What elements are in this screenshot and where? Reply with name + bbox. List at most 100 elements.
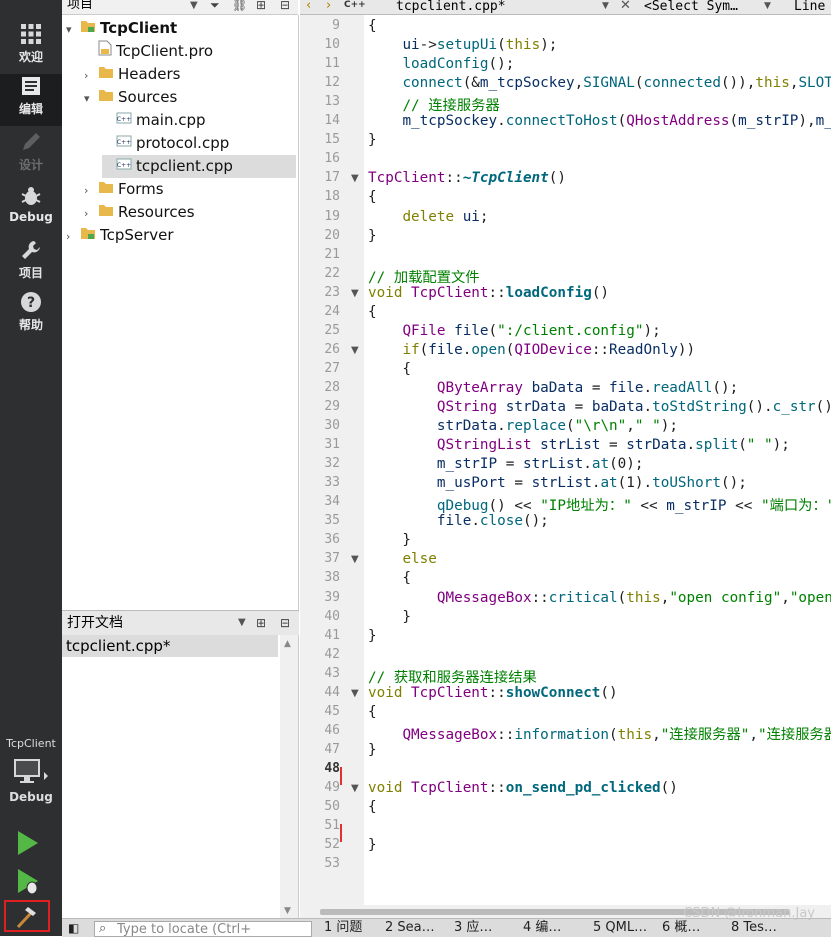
svg-text:C++: C++ [117, 116, 131, 123]
fold-toggle-icon[interactable]: ▼ [351, 688, 359, 699]
collapse-arrow-icon[interactable]: › [84, 179, 98, 202]
filter-icon[interactable]: ⏷ [210, 0, 220, 12]
tree-item[interactable]: C++ protocol.cpp [102, 132, 296, 155]
tree-item-label: TcpServer [100, 226, 174, 244]
forward-arrow-icon[interactable]: › [326, 0, 331, 12]
expand-arrow-icon[interactable]: ▾ [84, 87, 98, 110]
output-pane-tab[interactable]: 2 Sea… [385, 919, 435, 937]
mode-edit-label: 编辑 [18, 102, 43, 116]
project-icon [80, 224, 96, 247]
line-number: 48 [324, 760, 340, 776]
close-panel-icon[interactable]: ⊟ [280, 611, 290, 635]
tree-item[interactable]: C++ tcpclient.cpp [102, 155, 296, 178]
code-line: } [368, 627, 377, 644]
mode-help[interactable]: ? 帮助 [0, 290, 62, 342]
tree-item[interactable]: › Forms [84, 178, 296, 201]
tree-item[interactable]: TcpClient.pro [84, 40, 296, 63]
cpp-file-icon: C++ [344, 0, 366, 10]
line-number: 13 [324, 94, 340, 110]
collapse-arrow-icon[interactable]: › [84, 64, 98, 87]
collapse-arrow-icon[interactable]: › [84, 202, 98, 225]
line-number: 39 [324, 589, 340, 605]
fold-toggle-icon[interactable]: ▼ [351, 288, 359, 299]
edit-document-icon [22, 77, 40, 95]
output-pane-tab[interactable]: 8 Tes… [731, 919, 777, 937]
code-line: { [368, 570, 412, 587]
tree-item-label: tcpclient.cpp [136, 157, 233, 175]
output-pane-tab[interactable]: 1 问题 [324, 919, 362, 937]
line-number: 52 [324, 837, 340, 853]
line-number: 27 [324, 360, 340, 376]
mode-design[interactable]: 设计 [0, 130, 62, 182]
tree-item[interactable]: ▾ Sources [84, 86, 296, 109]
project-panel-title: 项目 [67, 0, 94, 12]
tree-item[interactable]: C++ main.cpp [102, 109, 296, 132]
output-pane-tab[interactable]: 5 QML… [593, 919, 647, 937]
code-editor[interactable]: { ui->setupUi(this); loadConfig(); conne… [365, 15, 831, 905]
monitor-icon[interactable] [14, 758, 48, 786]
tree-item[interactable]: ▾ TcpClient [66, 17, 296, 40]
code-line: strData.replace("\r\n"," "); [436, 418, 678, 435]
line-number: 45 [324, 703, 340, 719]
code-line: void TcpClient::showConnect() [368, 684, 618, 701]
code-line: connect(&m_tcpSockey,SIGNAL(connected())… [402, 75, 831, 92]
wrench-icon [22, 241, 40, 259]
watermark: CSDN @Ironman.Jay [683, 906, 815, 921]
fold-margin: ▼ ▼ ▼ ▼ ▼ ▼ [348, 15, 364, 905]
output-pane-tab[interactable]: 6 概… [662, 919, 700, 937]
code-line: QMessageBox::critical(this,"open config"… [436, 589, 831, 606]
kit-build-config[interactable]: Debug [0, 790, 62, 804]
line-number: 25 [324, 322, 340, 338]
line-number: 12 [324, 75, 340, 91]
fold-toggle-icon[interactable]: ▼ [351, 783, 359, 794]
fold-toggle-icon[interactable]: ▼ [351, 554, 359, 565]
mode-projects[interactable]: 项目 [0, 238, 62, 290]
code-line: void TcpClient::on_send_pd_clicked() [368, 780, 678, 796]
split-icon[interactable]: ⊞ [256, 0, 266, 12]
link-icon[interactable]: ⛓ [232, 0, 247, 12]
dropdown-arrow-icon[interactable]: ▼ [190, 0, 198, 13]
open-documents-header: 打开文档 ▼ ⊞ ⊟ [62, 610, 299, 636]
mode-debug-label: Debug [9, 210, 53, 224]
output-pane-tab[interactable]: 4 编… [523, 919, 561, 937]
file-dropdown-icon[interactable]: ▼ [602, 0, 609, 13]
debug-run-icon[interactable] [12, 866, 42, 896]
pro-file-icon [98, 40, 112, 63]
expand-arrow-icon[interactable]: ▾ [66, 18, 80, 41]
open-documents-scrollbar[interactable]: ▲ ▼ [280, 635, 298, 920]
open-document-item[interactable]: tcpclient.cpp* [62, 635, 278, 657]
tree-item[interactable]: › Resources [84, 201, 296, 224]
tree-item[interactable]: › TcpServer [66, 224, 296, 247]
mode-projects-label: 项目 [18, 266, 43, 280]
scroll-down-icon[interactable]: ▼ [284, 906, 291, 916]
mode-welcome[interactable]: 欢迎 [0, 22, 62, 74]
line-indicator[interactable]: Line [794, 0, 825, 13]
line-number: 22 [324, 265, 340, 281]
split-icon[interactable]: ⊞ [256, 611, 266, 635]
symbol-selector[interactable]: <Select Sym… [644, 0, 738, 13]
line-number: 20 [324, 227, 340, 243]
line-number: 51 [324, 818, 340, 834]
output-pane-tab[interactable]: 3 应… [454, 919, 492, 937]
close-panel-icon[interactable]: ⊟ [280, 0, 290, 12]
build-button[interactable] [4, 900, 50, 932]
mode-edit[interactable]: 编辑 [0, 74, 62, 126]
back-arrow-icon[interactable]: ‹ [306, 0, 311, 12]
line-number: 15 [324, 132, 340, 148]
collapse-arrow-icon[interactable]: › [66, 225, 80, 248]
run-icon[interactable] [12, 828, 42, 858]
hammer-icon [16, 907, 36, 929]
current-file-label[interactable]: tcpclient.cpp* [396, 0, 506, 13]
fold-toggle-icon[interactable]: ▼ [351, 173, 359, 184]
tree-item-label: Headers [118, 65, 181, 83]
dropdown-arrow-icon[interactable]: ▼ [238, 611, 246, 635]
fold-toggle-icon[interactable]: ▼ [351, 345, 359, 356]
scroll-up-icon[interactable]: ▲ [284, 639, 291, 649]
close-file-icon[interactable]: ✕ [620, 0, 631, 12]
code-line: } [368, 741, 377, 758]
locator-input[interactable]: ⌕ Type to locate (Ctrl+ [94, 921, 312, 937]
toggle-sidebar-icon[interactable]: ◧ [68, 919, 79, 937]
symbol-dropdown-icon[interactable]: ▼ [764, 0, 771, 13]
tree-item[interactable]: › Headers [84, 63, 296, 86]
mode-debug[interactable]: Debug [0, 184, 62, 236]
